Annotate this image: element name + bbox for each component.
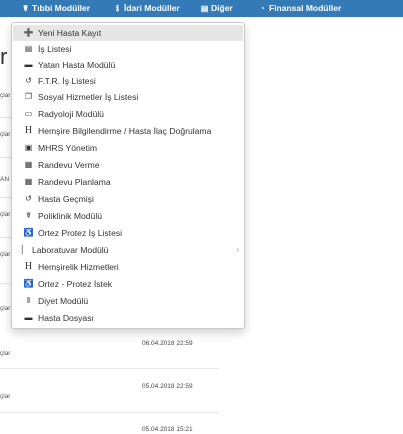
desktop-icon: ▭	[24, 109, 33, 118]
list-alt-icon: ▤	[24, 44, 33, 53]
folder-icon: ▬	[24, 313, 33, 322]
menu-item-label: Hemşirelik Hizmetleri	[38, 262, 119, 272]
history-icon: ↺	[25, 194, 32, 203]
menu-item-label: Diyet Modülü	[38, 296, 89, 306]
menu-item-label: Yeni Hasta Kayıt	[38, 28, 102, 38]
bed-icon: ▬	[24, 60, 33, 69]
menu-item-mhrs-yonetim[interactable]: ▣ MHRS Yönetim	[13, 140, 243, 156]
menu-item-label: Laboratuvar Modülü	[32, 245, 109, 255]
menu-item-label: Hasta Geçmişi	[38, 194, 94, 204]
menu-item-label: Poliklinik Modülü	[38, 211, 103, 221]
row-fragment: çlar	[0, 131, 11, 138]
calendar-check-icon: ▦	[24, 160, 33, 169]
accessibility-icon: ♿	[23, 279, 34, 288]
calendar-icon: ▦	[24, 177, 33, 186]
stethoscope-icon: ☤	[25, 211, 32, 220]
menu-item-radyoloji-modulu[interactable]: ▭ Radyoloji Modülü	[13, 106, 243, 122]
menu-item-label: MHRS Yönetim	[38, 143, 98, 153]
menu-item-label: Ortez Protez İş Listesi	[38, 228, 123, 238]
menu-item-label: Radyoloji Modülü	[38, 109, 104, 119]
menu-item-label: Sosyal Hizmetler İş Listesi	[38, 92, 139, 102]
nav-label: İdari Modüller	[124, 3, 180, 13]
copy-icon: ❐	[24, 92, 33, 101]
nav-label: Diğer	[211, 3, 233, 13]
menu-item-ortez-protez-is-listesi[interactable]: ♿ Ortez Protez İş Listesi	[13, 225, 243, 241]
menu-item-sosyal-hizmetler[interactable]: ❐ Sosyal Hizmetler İş Listesi	[13, 89, 243, 105]
wheelchair-icon: ♿	[23, 228, 34, 237]
menu-item-label: Ortez - Protez İstek	[38, 279, 113, 289]
menu-item-label: Hemşire Bilgilendirme / Hasta İlaç Doğru…	[38, 126, 212, 136]
list-icon: ▤	[200, 4, 209, 13]
gauge-icon: ◔	[260, 4, 265, 13]
row-fragment: çlar	[0, 251, 11, 258]
top-navbar: ☤ Tıbbi Modüller ℹ İdari Modüller ▤ Diğer ◔…	[0, 0, 403, 17]
row-fragment: çlar	[0, 350, 11, 357]
menu-item-yatan-hasta-modulu[interactable]: ▬ Yatan Hasta Modülü	[13, 57, 243, 73]
menu-item-label: Hasta Dosyası	[38, 313, 94, 323]
menu-item-label: İş Listesi	[38, 44, 72, 54]
menu-item-label: Randevu Verme	[38, 160, 100, 170]
hospital-h-icon: H	[24, 261, 33, 272]
row-divider	[0, 368, 219, 369]
id-card-icon: ▣	[24, 143, 33, 152]
nav-label: Finansal Modüller	[269, 3, 342, 13]
menu-item-hemsirelik-hizmetleri[interactable]: H Hemşirelik Hizmetleri	[13, 259, 243, 275]
nav-label: Tıbbi Modüller	[32, 3, 91, 13]
menu-item-label: Yatan Hasta Modülü	[38, 60, 116, 70]
menu-item-poliklinik-modulu[interactable]: ☤ Poliklinik Modülü	[13, 208, 243, 224]
stethoscope-icon: ☤	[22, 4, 29, 13]
row-divider	[0, 412, 219, 413]
nav-tibbi-moduller[interactable]: ☤ Tıbbi Modüller	[21, 0, 90, 17]
info-icon: ℹ	[115, 4, 120, 13]
page-heading: r	[0, 44, 8, 69]
menu-item-yeni-hasta-kayit[interactable]: ➕ Yeni Hasta Kayıt	[13, 25, 243, 41]
chevron-right-icon: ›	[236, 245, 239, 254]
nav-diger[interactable]: ▤ Diğer	[200, 0, 233, 17]
menu-item-is-listesi[interactable]: ▤ İş Listesi	[13, 41, 243, 57]
menu-item-hasta-gecmisi[interactable]: ↺ Hasta Geçmişi	[13, 191, 243, 207]
menu-item-randevu-verme[interactable]: ▦ Randevu Verme	[13, 157, 243, 173]
menu-item-hemsire-bilgilendirme[interactable]: H Hemşire Bilgilendirme / Hasta İlaç Doğ…	[13, 123, 243, 139]
menu-item-hasta-dosyasi[interactable]: ▬ Hasta Dosyası	[13, 310, 243, 326]
menu-item-label: Randevu Planlama	[38, 177, 111, 187]
row-fragment: çlar	[0, 393, 11, 400]
cutlery-icon: ‖	[26, 296, 31, 305]
row-date: 05.04.2018 15:21	[142, 426, 193, 433]
row-date: 05.04.2018 22:59	[142, 383, 193, 390]
row-fragment: AN	[0, 176, 10, 183]
nav-idari-moduller[interactable]: ℹ İdari Modüller	[113, 0, 180, 17]
row-fragment: çlar	[0, 92, 11, 99]
menu-item-label: F.T.R. İş Listesi	[38, 76, 96, 86]
row-fragment: çlar	[0, 211, 11, 218]
nav-finansal-moduller[interactable]: ◔ Finansal Modüller	[258, 0, 341, 17]
undo-icon: ↺	[25, 76, 32, 85]
tibbi-moduller-dropdown: ➕ Yeni Hasta Kayıt ▤ İş Listesi ▬ Yatan …	[11, 22, 245, 329]
menu-item-ftr-is-listesi[interactable]: ↺ F.T.R. İş Listesi	[13, 73, 243, 89]
menu-item-diyet-modulu[interactable]: ‖ Diyet Modülü	[13, 293, 243, 309]
menu-item-laboratuvar-modulu[interactable]: │ Laboratuvar Modülü ›	[13, 242, 243, 258]
hospital-h-icon: H	[24, 125, 33, 136]
thermometer-icon: │	[20, 245, 25, 254]
menu-item-randevu-planlama[interactable]: ▦ Randevu Planlama	[13, 174, 243, 190]
user-plus-icon: ➕	[23, 28, 34, 37]
menu-item-ortez-protez-istek[interactable]: ♿ Ortez - Protez İstek	[13, 276, 243, 292]
row-date: 06.04.2018 22:59	[142, 340, 193, 347]
row-fragment: çlar	[0, 305, 11, 312]
